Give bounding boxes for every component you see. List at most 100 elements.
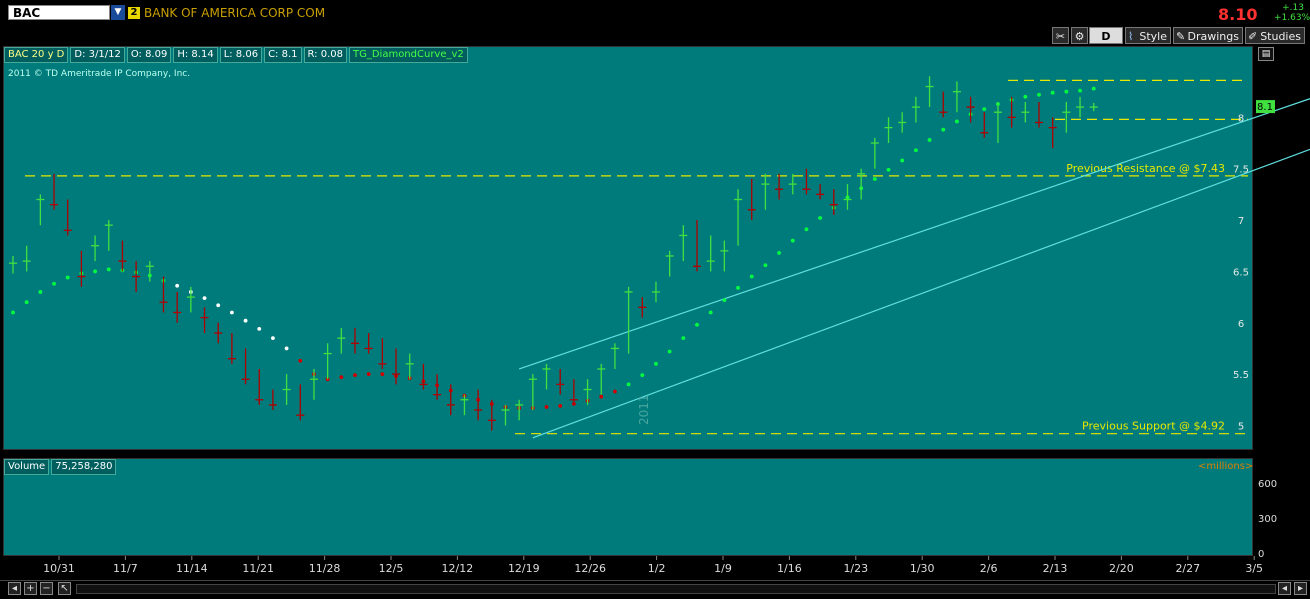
y-tick-label: 7.5 (1233, 165, 1249, 176)
scroll-right-icon[interactable]: ▸ (1294, 582, 1307, 595)
zoom-out-icon[interactable]: − (40, 582, 53, 595)
curve-dot (339, 375, 344, 380)
x-tick-label: 12/5 (379, 562, 404, 575)
curve-dot (298, 358, 303, 363)
last-price-tag-label: 8.1 (1257, 102, 1273, 113)
header-date: D: 3/1/12 (70, 47, 125, 63)
x-tick-label: 2/20 (1109, 562, 1134, 575)
curve-dot (777, 251, 781, 255)
curve-dot (216, 303, 221, 308)
header-high: H: 8.14 (173, 47, 218, 63)
curve-dot (667, 349, 672, 354)
x-tick-label: 2/13 (1043, 562, 1068, 575)
diamond-curve-study (11, 86, 1096, 410)
curve-dot (1091, 86, 1096, 91)
zoom-in-icon[interactable]: + (24, 582, 37, 595)
level-label: Previous Support @ $4.92 (1082, 420, 1225, 433)
curve-dot (106, 267, 111, 272)
header-close: C: 8.1 (264, 47, 302, 63)
x-tick-label: 11/14 (176, 562, 208, 575)
x-tick-label: 12/19 (508, 562, 540, 575)
curve-dot (749, 274, 754, 279)
y-tick-label: 8 (1238, 113, 1244, 124)
volume-tick-label: 600 (1258, 479, 1277, 490)
chart-header: BAC 20 y D D: 3/1/12 O: 8.09 H: 8.14 L: 8.06… (4, 47, 470, 63)
y-tick-label: 6.5 (1233, 267, 1249, 278)
header-open: O: 8.09 (126, 47, 172, 63)
curve-dot (24, 300, 29, 305)
curve-dot (818, 216, 823, 220)
x-tick-label: 1/23 (843, 562, 868, 575)
cursor-icon[interactable]: ↖ (58, 582, 71, 595)
curve-dot (366, 372, 371, 376)
scroll-track[interactable] (76, 584, 1276, 594)
year-watermark: 2011 (637, 394, 651, 425)
curve-dot (380, 372, 385, 376)
level-label: Previous Resistance @ $7.43 (1066, 162, 1225, 175)
x-tick-label: 1/2 (648, 562, 666, 575)
volume-tick-label: 300 (1258, 514, 1277, 525)
x-tick-label: 2/27 (1175, 562, 1200, 575)
curve-dot (613, 389, 617, 394)
grid-layer (58, 556, 1255, 560)
curve-dot (599, 394, 604, 399)
curve-dot (982, 107, 987, 112)
channel-line (518, 98, 1310, 370)
curve-dot (175, 283, 180, 288)
curve-dot (284, 346, 289, 351)
x-tick-label: 1/9 (714, 562, 732, 575)
volume-units: <millions> (1198, 461, 1254, 472)
y-tick-label: 5.5 (1233, 370, 1249, 381)
curve-dot (900, 158, 905, 163)
curve-dot (1078, 88, 1082, 93)
curve-dot (722, 298, 727, 303)
header-range: R: 0.08 (303, 47, 347, 63)
curve-dot (243, 318, 248, 323)
volume-header: Volume 75,258,280 (4, 459, 118, 475)
curve-dot (736, 285, 740, 290)
curve-dot (544, 405, 549, 409)
trend-channel[interactable] (518, 56, 1310, 439)
curve-dot (11, 310, 15, 315)
y-tick-label: 6 (1238, 319, 1244, 330)
curve-dot (872, 177, 877, 181)
curve-dot (229, 310, 234, 315)
volume-tick-label: 0 (1258, 549, 1264, 560)
x-tick-label: 10/31 (43, 562, 75, 575)
curve-dot (927, 138, 932, 142)
x-tick-label: 1/16 (777, 562, 802, 575)
curve-dot (558, 404, 563, 408)
curve-dot (695, 322, 699, 327)
curve-dot (1050, 90, 1055, 95)
curve-dot (790, 238, 795, 243)
chart-title: BAC 20 y D (4, 47, 69, 63)
ohlc-bars (9, 76, 1098, 431)
curve-dot (886, 167, 891, 172)
volume-value: 75,258,280 (51, 459, 117, 475)
study-label[interactable]: TG_DiamondCurve_v2 (348, 47, 468, 63)
volume-label: Volume (4, 459, 50, 475)
copyright-text: 2011 © TD Ameritrade IP Company, Inc. (8, 69, 191, 79)
curve-dot (708, 310, 713, 315)
curve-dot (941, 127, 946, 132)
x-tick-label: 11/21 (242, 562, 274, 575)
x-tick-label: 11/28 (309, 562, 341, 575)
x-tick-label: 12/12 (442, 562, 474, 575)
volume-panel[interactable] (3, 458, 1253, 556)
curve-dot (1064, 89, 1069, 94)
curve-dot (65, 275, 70, 280)
x-tick-label: 3/5 (1245, 562, 1263, 575)
x-tick-label: 2/6 (980, 562, 998, 575)
curve-dot (626, 382, 631, 387)
y-tick-label: 7 (1238, 216, 1244, 227)
curve-dot (640, 373, 645, 378)
curve-dot (804, 227, 809, 232)
curve-dot (93, 269, 97, 274)
channel-line (532, 148, 1310, 439)
header-low: L: 8.06 (219, 47, 263, 63)
scroll-left-icon[interactable]: ◂ (1278, 582, 1291, 595)
pan-left-icon[interactable]: ◂ (8, 582, 21, 595)
curve-dot (353, 373, 357, 378)
y-tick-label: 5 (1238, 421, 1244, 432)
curve-dot (202, 296, 207, 301)
